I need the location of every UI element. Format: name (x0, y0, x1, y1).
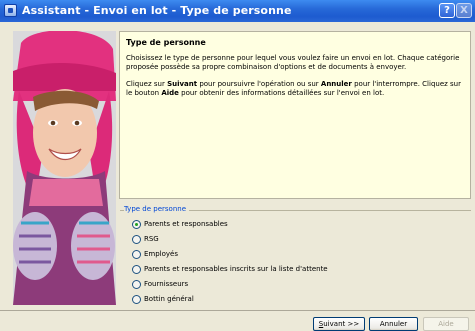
window-title: Assistant - Envoi en lot - Type de perso… (22, 4, 292, 17)
wizard-window: Assistant - Envoi en lot - Type de perso… (0, 0, 475, 331)
radio-label: Employés (144, 250, 179, 258)
radio-parents[interactable]: Parents et responsables (132, 218, 228, 230)
app-icon (4, 4, 17, 17)
radio-fournisseurs[interactable]: Fournisseurs (132, 278, 188, 290)
radio-button[interactable] (132, 234, 141, 244)
group-legend: Type de personne (124, 205, 190, 213)
content-paragraph-1: Choisissez le type de personne pour lequ… (126, 54, 460, 71)
radio-button[interactable] (132, 264, 141, 274)
radio-button[interactable] (132, 279, 141, 289)
radio-label: Parents et responsables inscrits sur la … (144, 265, 328, 273)
title-bar[interactable]: Assistant - Envoi en lot - Type de perso… (0, 0, 475, 22)
content-paragraph-2: Cliquez sur Suivant pour poursuivre l'op… (126, 80, 461, 97)
radio-rsg[interactable]: RSG (132, 233, 159, 245)
person-type-group: Type de personne Parents et responsables… (120, 200, 471, 306)
radio-employes[interactable]: Employés (132, 248, 178, 260)
radio-button[interactable] (132, 249, 141, 259)
radio-label: Bottin général (144, 295, 194, 303)
radio-label: Fournisseurs (144, 280, 189, 288)
radio-bottin[interactable]: Bottin général (132, 293, 194, 305)
radio-button[interactable] (132, 294, 141, 304)
child-photo-illustration (13, 31, 116, 305)
radio-label: RSG (144, 235, 159, 243)
radio-button[interactable] (132, 219, 141, 229)
close-title-button[interactable]: X (456, 3, 472, 18)
radio-waitlist[interactable]: Parents et responsables inscrits sur la … (132, 263, 328, 275)
next-button[interactable]: Suivant >> (313, 317, 365, 331)
child-photo (13, 31, 116, 305)
radio-label: Parents et responsables (144, 220, 228, 228)
cancel-button[interactable]: Annuler (369, 317, 418, 331)
content-heading: Type de personne (126, 38, 206, 47)
help-button[interactable]: Aide (423, 317, 469, 331)
instructions-panel: Type de personne Choisissez le type de p… (119, 31, 471, 199)
help-title-button[interactable]: ? (439, 3, 455, 18)
button-bar-separator (0, 310, 475, 311)
